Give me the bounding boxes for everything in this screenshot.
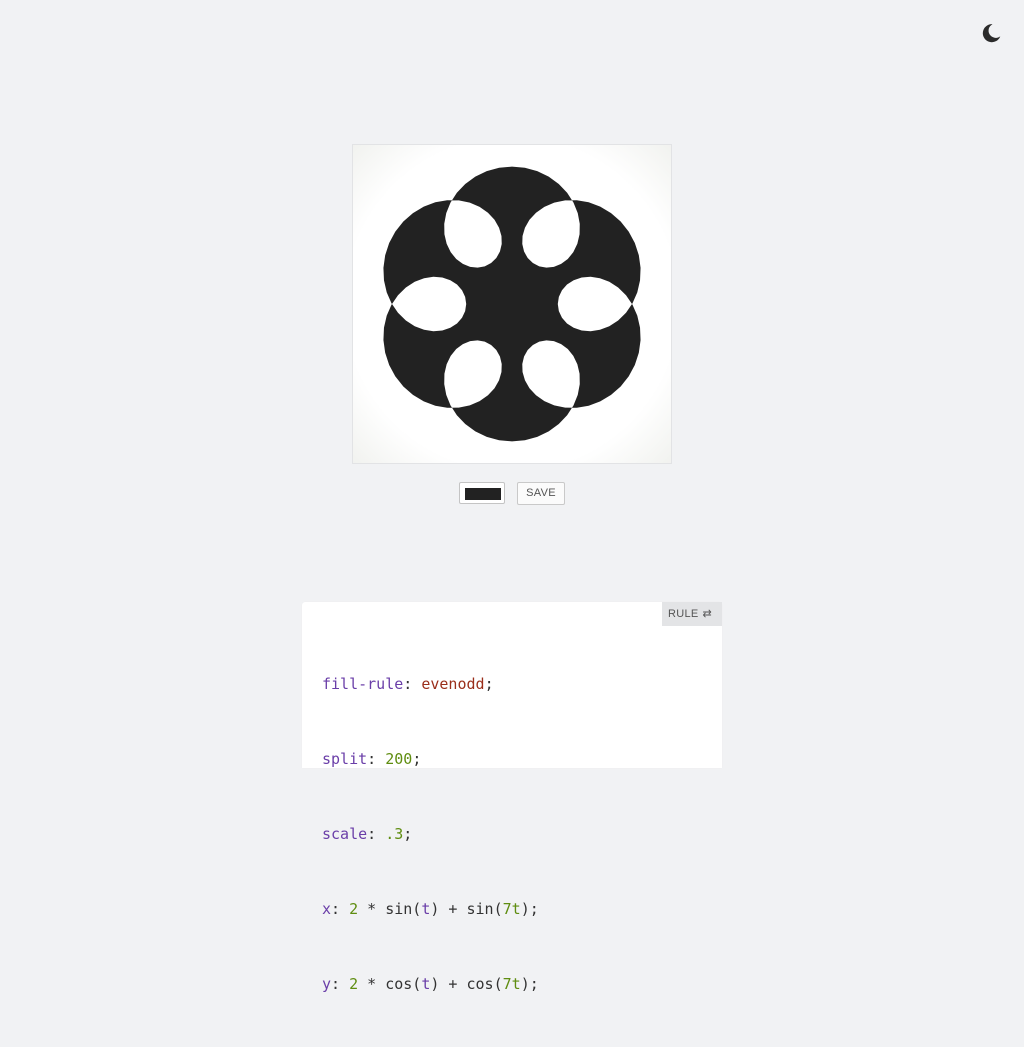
rule-label: RULE xyxy=(668,608,699,620)
code-line-x: x: 2 * sin(t) + sin(7t); xyxy=(322,900,539,918)
color-picker[interactable] xyxy=(459,482,505,504)
figure-drawing xyxy=(383,166,641,442)
moon-icon xyxy=(982,24,1001,43)
code-line-y: y: 2 * cos(t) + cos(7t); xyxy=(322,975,539,993)
code-line-split: split: 200; xyxy=(322,750,422,768)
code-line-scale: scale: .3; xyxy=(322,825,413,843)
code-line-fill-rule: fill-rule: evenodd; xyxy=(322,675,494,693)
code-text[interactable]: fill-rule: evenodd; split: 200; scale: .… xyxy=(322,622,539,1047)
code-editor[interactable]: RULE ⇄ fill-rule: evenodd; split: 200; sc… xyxy=(302,602,722,993)
rule-toggle-button[interactable]: RULE ⇄ xyxy=(662,602,722,626)
save-button[interactable]: SAVE xyxy=(517,482,565,505)
figure-shape xyxy=(383,166,641,442)
theme-toggle-button[interactable] xyxy=(979,21,1003,45)
color-swatch-fill xyxy=(465,488,501,500)
swap-arrows-icon: ⇄ xyxy=(702,608,713,620)
figure-canvas xyxy=(352,144,672,464)
